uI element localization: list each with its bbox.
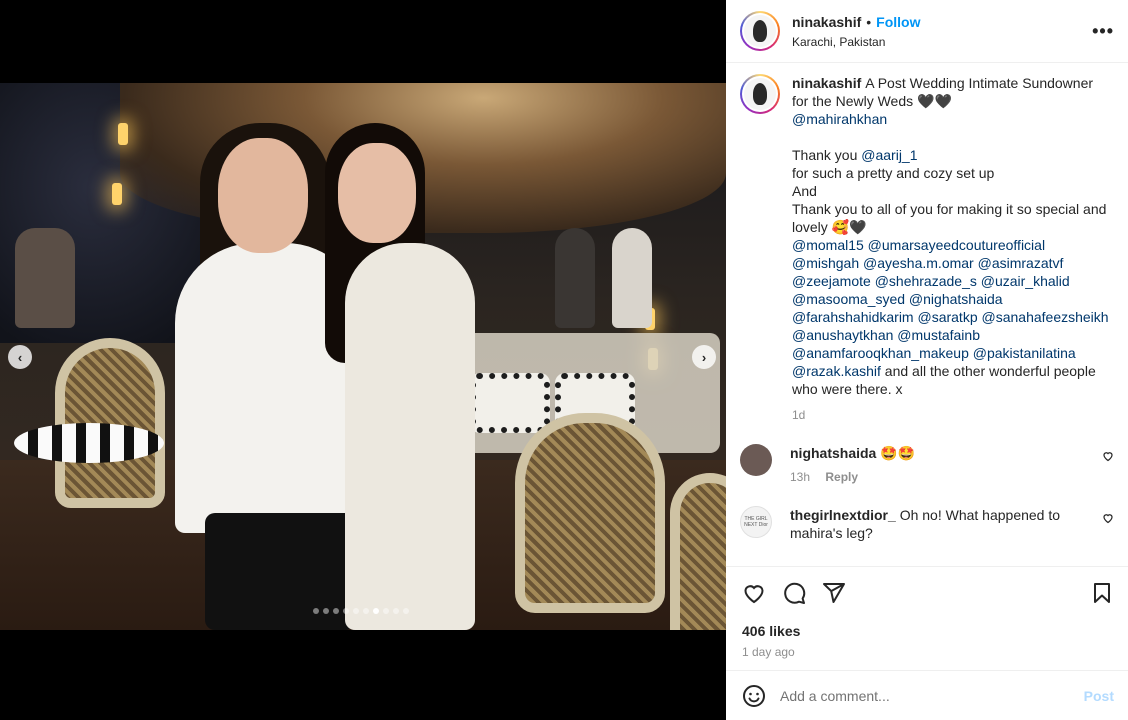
carousel-dot <box>393 608 399 614</box>
comment-input[interactable] <box>780 687 1084 704</box>
add-comment-bar: Post <box>726 670 1128 720</box>
cane-chair <box>670 473 726 630</box>
avatar[interactable] <box>740 11 780 51</box>
stool <box>14 423 164 463</box>
share-icon[interactable] <box>822 581 846 605</box>
post-header: ninakashif • Follow Karachi, Pakistan ••… <box>726 0 1128 63</box>
caption: ninakashif A Post Wedding Intimate Sundow… <box>726 64 1128 424</box>
next-photo-button[interactable]: › <box>692 345 716 369</box>
background-person <box>612 228 652 328</box>
post-actions: 406 likes 1 day ago <box>726 566 1128 659</box>
person-1-face <box>218 138 308 253</box>
caption-avatar[interactable] <box>740 74 780 114</box>
carousel-dot <box>333 608 339 614</box>
likes-count[interactable]: 406 likes <box>742 623 1114 639</box>
pillow <box>470 373 550 433</box>
save-bookmark-icon[interactable] <box>1090 581 1114 605</box>
commenter-username[interactable]: thegirlnextdior_ <box>790 507 896 523</box>
caption-text: Thank you <box>792 147 862 163</box>
like-icon[interactable] <box>742 581 766 605</box>
media-panel: ‹ › <box>0 0 726 720</box>
carousel-dot <box>373 608 379 614</box>
post-date: 1 day ago <box>742 645 795 659</box>
carousel-dots <box>313 608 409 614</box>
carousel-dot <box>363 608 369 614</box>
caption-mention[interactable]: @aarij_1 <box>861 147 917 163</box>
caption-username[interactable]: ninakashif <box>792 75 861 91</box>
separator-dot: • <box>866 13 872 30</box>
caption-text: for such a pretty and cozy set up <box>792 165 995 181</box>
lantern <box>118 123 128 145</box>
comments-list[interactable]: ninakashif A Post Wedding Intimate Sundow… <box>726 64 1128 566</box>
more-options-icon[interactable]: ••• <box>1092 21 1114 42</box>
follow-button[interactable]: Follow <box>876 14 920 30</box>
carousel-dot <box>343 608 349 614</box>
lantern <box>112 183 122 205</box>
side-panel: ninakashif • Follow Karachi, Pakistan ••… <box>726 0 1128 720</box>
post-location[interactable]: Karachi, Pakistan <box>792 35 1092 49</box>
caption-time[interactable]: 1d <box>792 406 1112 424</box>
instagram-post-modal: ‹ › ninakashif • Follow Karachi, Pakista… <box>0 0 1128 720</box>
caption-text: Thank you to all of you for making it so… <box>792 201 1107 235</box>
comment-time[interactable]: 13h <box>790 470 810 484</box>
background-person <box>555 228 595 328</box>
background-person <box>15 228 75 328</box>
caption-mentions-list[interactable]: @momal15 @umarsayeedcoutureofficial @mis… <box>792 237 1109 379</box>
carousel-dot <box>403 608 409 614</box>
comment-item: THE GIRL NEXT Dior thegirlnextdior_ Oh n… <box>726 506 1128 542</box>
commenter-avatar[interactable] <box>740 444 772 476</box>
comment-text: 🤩🤩 <box>880 445 916 461</box>
commenter-avatar[interactable]: THE GIRL NEXT Dior <box>740 506 772 538</box>
post-comment-button[interactable]: Post <box>1084 688 1114 704</box>
post-photo[interactable] <box>0 83 726 630</box>
cane-chair <box>515 413 665 613</box>
author-username[interactable]: ninakashif <box>792 14 861 30</box>
like-comment-icon[interactable] <box>1102 512 1114 524</box>
person-2-face <box>338 143 416 243</box>
carousel-dot <box>383 608 389 614</box>
person-2 <box>345 243 475 630</box>
like-comment-icon[interactable] <box>1102 450 1114 462</box>
carousel-dot <box>323 608 329 614</box>
carousel-dot <box>353 608 359 614</box>
emoji-icon[interactable] <box>742 684 766 708</box>
comment-item: nighatshaida 🤩🤩 13h Reply <box>726 444 1128 486</box>
carousel-dot <box>313 608 319 614</box>
commenter-username[interactable]: nighatshaida <box>790 445 876 461</box>
reply-button[interactable]: Reply <box>825 470 858 484</box>
caption-text: And <box>792 183 817 199</box>
comment-icon[interactable] <box>782 581 806 605</box>
previous-photo-button[interactable]: ‹ <box>8 345 32 369</box>
caption-mention[interactable]: @mahirahkhan <box>792 111 887 127</box>
